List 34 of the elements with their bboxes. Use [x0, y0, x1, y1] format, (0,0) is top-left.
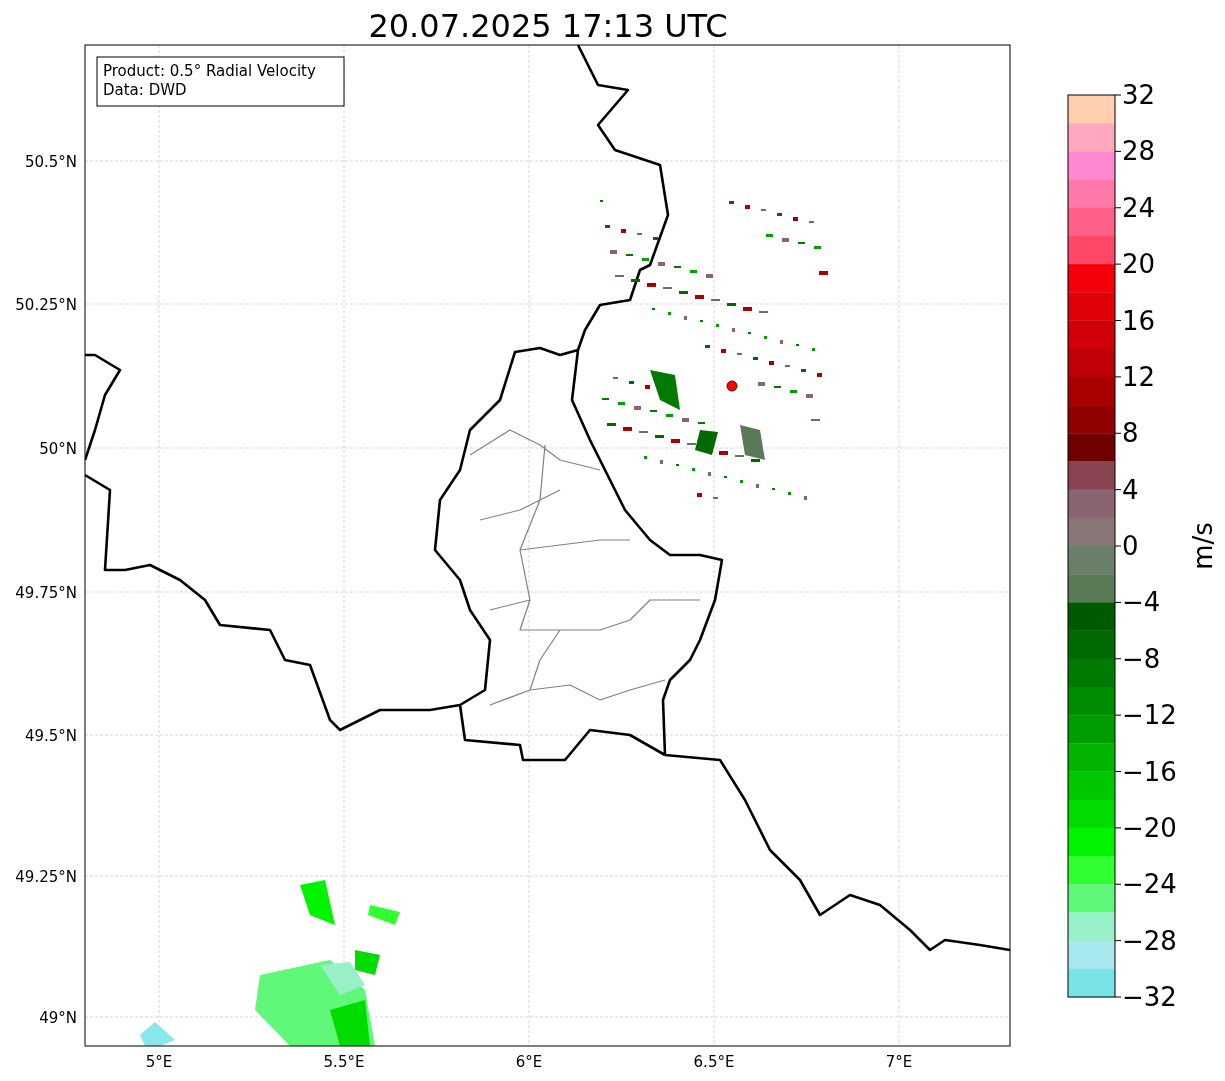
longitude-label: 7°E: [885, 1053, 913, 1071]
colorbar-tick-label: 32: [1122, 80, 1156, 110]
latitude-label: 50.5°N: [24, 153, 77, 171]
latitude-label: 49.5°N: [24, 727, 77, 745]
longitude-label: 6.5°E: [693, 1053, 735, 1071]
chart-title: 20.07.2025 17:13 UTC: [368, 7, 728, 45]
colorbar-tick-label: −8: [1122, 643, 1161, 674]
colorbar-tick-label: −20: [1122, 812, 1177, 843]
latitude-label: 50.25°N: [15, 296, 77, 314]
latitude-label: 49.75°N: [15, 584, 77, 602]
longitude-label: 6°E: [515, 1053, 543, 1071]
colorbar-tick-label: −16: [1122, 756, 1177, 787]
latitude-label: 49°N: [39, 1009, 77, 1027]
colorbar-tick-label: 12: [1122, 361, 1156, 392]
longitude-label: 5.5°E: [323, 1053, 365, 1071]
colorbar-tick-label: 0: [1122, 531, 1139, 561]
colorbar-unit-label: m/s: [1188, 522, 1218, 570]
colorbar-tick-label: −12: [1122, 700, 1177, 731]
colorbar-tick-label: 20: [1122, 249, 1156, 280]
colorbar-tick-label: 28: [1122, 136, 1156, 167]
colorbar-tick-label: −28: [1122, 925, 1177, 956]
colorbar-tick-label: 16: [1122, 305, 1156, 336]
latitude-label: 50°N: [39, 440, 77, 458]
colorbar-tick-label: 8: [1122, 418, 1139, 449]
colorbar-tick-label: −32: [1122, 982, 1177, 1012]
latitude-label: 49.25°N: [15, 868, 77, 886]
info-text: Product: 0.5° Radial Velocity: [103, 62, 316, 80]
info-text: Data: DWD: [103, 81, 187, 99]
colorbar-tick-label: 4: [1122, 474, 1139, 505]
colorbar-tick-label: −4: [1122, 587, 1161, 618]
radar-site-marker: [726, 380, 738, 392]
colorbar-tick-label: −24: [1122, 869, 1177, 900]
longitude-label: 5°E: [145, 1053, 173, 1071]
colorbar-tick-label: 24: [1122, 192, 1156, 223]
